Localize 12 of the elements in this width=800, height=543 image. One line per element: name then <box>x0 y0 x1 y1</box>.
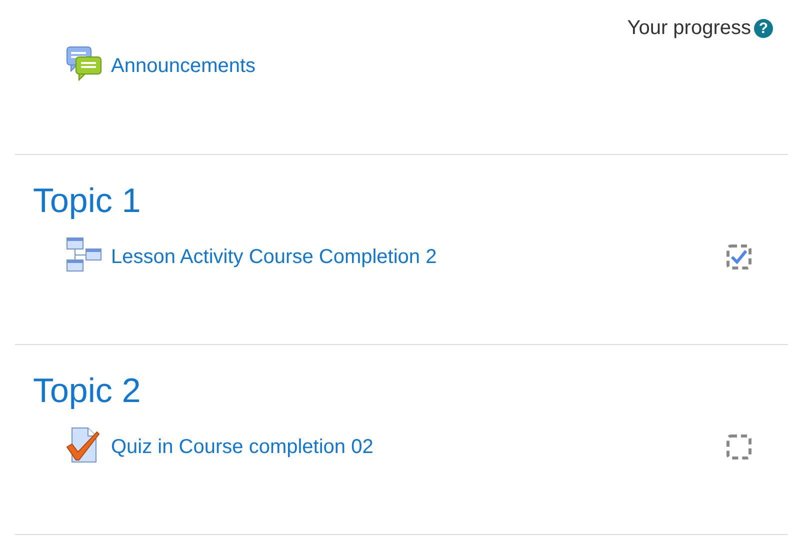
empty-checkbox[interactable] <box>726 434 752 460</box>
section-title: Topic 1 <box>33 181 142 222</box>
section-title: Topic 2 <box>33 371 142 412</box>
activity-link[interactable]: Quiz in Course completion 02 <box>111 436 726 458</box>
help-icon[interactable]: ? <box>754 19 773 38</box>
flowchart-icon <box>66 236 102 272</box>
activity-link[interactable]: Announcements <box>111 54 752 78</box>
checked-checkbox[interactable] <box>726 244 752 270</box>
chat-bubbles-icon <box>66 46 102 82</box>
progress-label: Your progress <box>627 17 751 40</box>
checked-document-icon <box>66 426 102 462</box>
activity-link[interactable]: Lesson Activity Course Completion 2 <box>111 246 726 268</box>
